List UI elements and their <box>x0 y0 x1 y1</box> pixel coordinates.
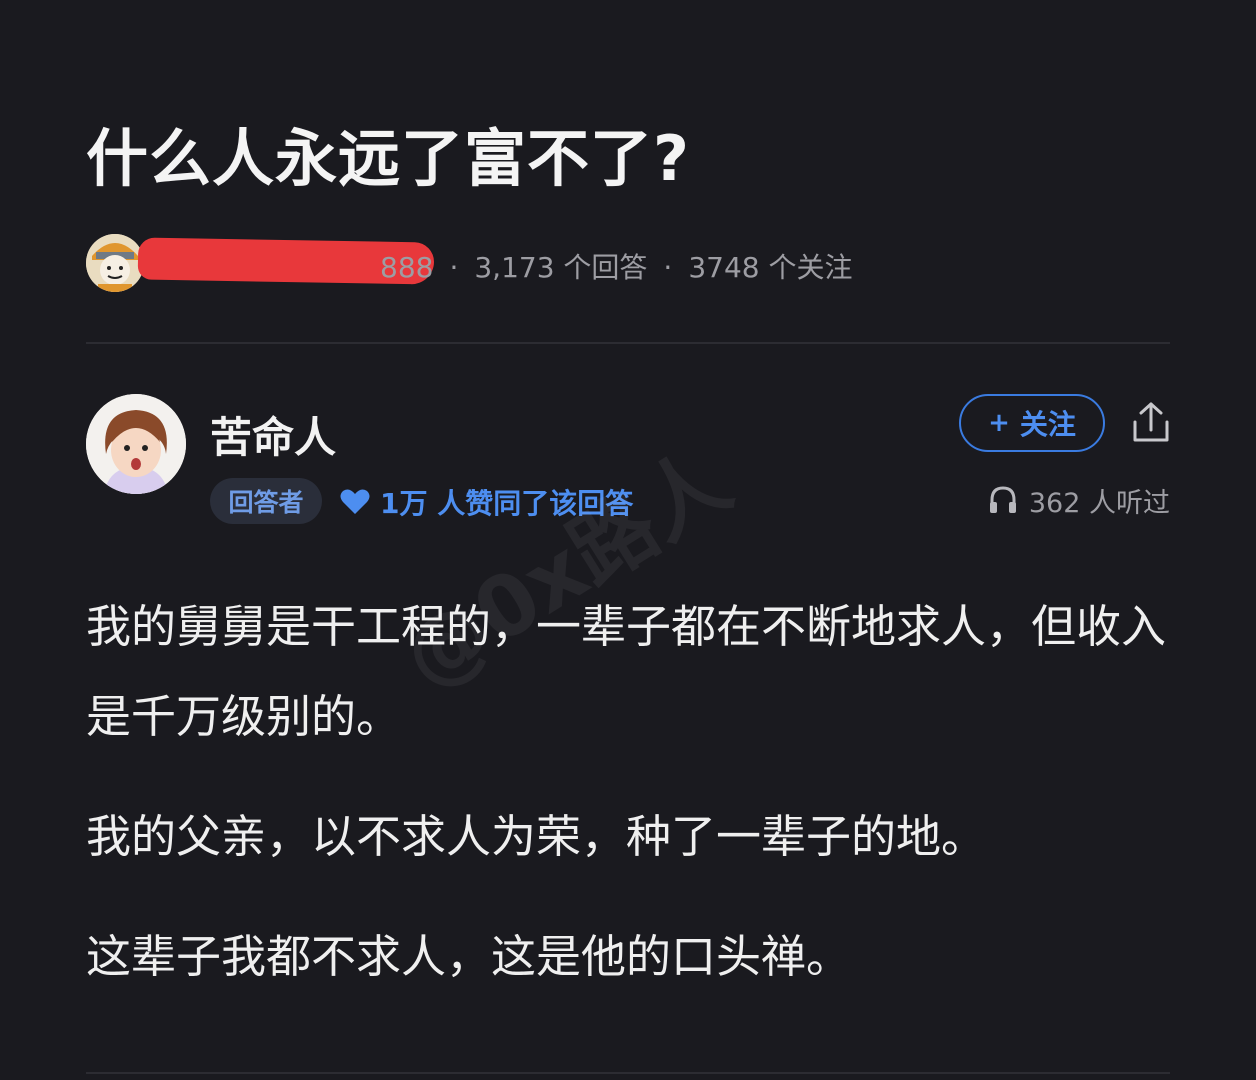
share-icon[interactable] <box>1130 400 1172 446</box>
asker-stat-partial: 888 <box>380 251 434 284</box>
question-stats: 888 · 3,173 个回答 · 3748 个关注 <box>380 246 853 286</box>
answer-paragraph: 我的舅舅是干工程的，一辈子都在不断地求人，但收入是千万级别的。 <box>86 600 1167 743</box>
answers-count[interactable]: 3,173 个回答 <box>474 251 647 284</box>
follow-label: 关注 <box>1019 408 1076 441</box>
answer-paragraph: 我的父亲，以不求人为荣，种了一辈子的地。 <box>86 810 987 863</box>
asker-avatar[interactable] <box>86 234 144 292</box>
follow-button[interactable]: + 关注 <box>959 394 1105 452</box>
author-name[interactable]: 苦命人 <box>210 404 336 465</box>
divider <box>86 1072 1170 1074</box>
listen-count: 362 人听过 <box>987 480 1170 520</box>
question-title: 什么人永远了富不了? <box>86 122 690 195</box>
followers-count[interactable]: 3748 个关注 <box>688 251 852 284</box>
heart-icon <box>340 489 370 514</box>
stat-separator: · <box>449 251 459 284</box>
listen-text: 362 人听过 <box>1028 487 1170 519</box>
answer-content: 我的舅舅是干工程的，一辈子都在不断地求人，但收入是千万级别的。 我的父亲，以不求… <box>86 582 1176 1032</box>
answer-paragraph: 这辈子我都不求人，这是他的口头禅。 <box>86 930 852 983</box>
stat-separator: · <box>663 251 673 284</box>
headphones-icon <box>989 486 1016 513</box>
question-meta-row: 888 · 3,173 个回答 · 3748 个关注 <box>86 234 1176 294</box>
plus-icon: + <box>988 408 1010 438</box>
answerer-badge: 回答者 <box>210 478 322 524</box>
divider <box>86 342 1170 344</box>
author-avatar[interactable] <box>86 394 186 494</box>
